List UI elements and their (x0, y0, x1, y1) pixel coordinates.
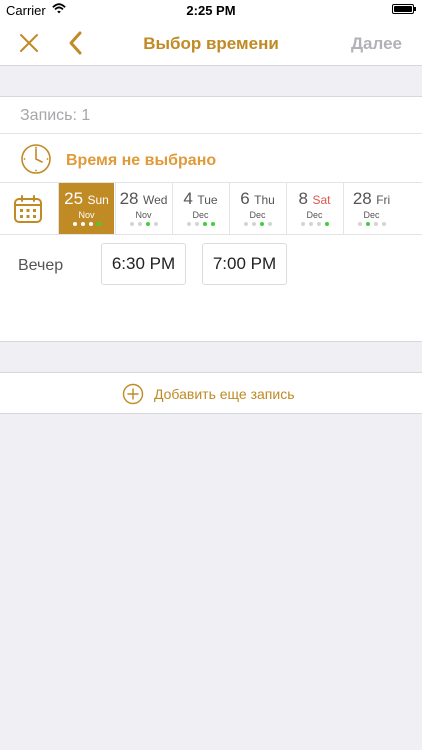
status-bar: Carrier 2:25 PM (0, 0, 422, 22)
date-weekday: Sun (87, 193, 109, 207)
date-strip: 25 Sun Nov 28 Wed Nov 4 Tue Dec 6 Thu De… (0, 183, 422, 235)
availability-dots (59, 222, 114, 227)
date-item[interactable]: 28 Wed Nov (115, 183, 171, 234)
availability-dots (344, 222, 399, 227)
date-weekday: Tue (197, 193, 218, 207)
availability-dots (287, 222, 342, 227)
next-button[interactable]: Далее (351, 34, 402, 54)
date-day: 28 (352, 189, 372, 208)
battery-icon (392, 4, 416, 14)
add-record-button[interactable]: Добавить еще запись (0, 372, 422, 414)
date-month: Nov (135, 210, 152, 220)
date-item[interactable]: 25 Sun Nov (58, 183, 114, 234)
availability-dots (230, 222, 285, 227)
date-item[interactable]: 4 Tue Dec (172, 183, 228, 234)
time-slot-button[interactable]: 6:30 PM (101, 243, 186, 285)
date-day: 25 (64, 189, 84, 208)
availability-dots (173, 222, 228, 227)
time-status: Время не выбрано (66, 152, 217, 169)
divider (0, 133, 422, 134)
date-weekday: Fri (376, 193, 391, 207)
date-day: 8 (298, 189, 308, 208)
status-time: 2:25 PM (186, 3, 236, 18)
date-weekday: Sat (312, 193, 331, 207)
add-record-label: Добавить еще запись (154, 386, 295, 402)
date-month: Dec (192, 210, 209, 220)
date-day: 4 (183, 189, 193, 208)
date-item[interactable]: 6 Thu Dec (229, 183, 285, 234)
record-label: Запись: 1 (20, 107, 91, 124)
availability-dots (116, 222, 171, 227)
time-slot-button[interactable]: 7:00 PM (202, 243, 287, 285)
date-item[interactable]: 28 Fri Dec (343, 183, 399, 234)
date-month: Dec (249, 210, 266, 220)
booking-card: Запись: 1 Время не выбрано 25 Sun Nov 28… (0, 96, 422, 342)
date-item[interactable]: 8 Sat Dec (286, 183, 342, 234)
date-weekday: Thu (254, 193, 275, 207)
slots-period-label: Вечер (18, 257, 64, 274)
date-day: 6 (240, 189, 250, 208)
date-day: 28 (119, 189, 139, 208)
plus-circle-icon (122, 383, 144, 405)
calendar-icon[interactable] (12, 193, 44, 225)
clock-icon (21, 144, 51, 174)
nav-bar: Выбор времени Далее (0, 22, 422, 66)
date-month: Dec (306, 210, 323, 220)
date-weekday: Wed (142, 193, 168, 207)
date-month: Nov (78, 210, 95, 220)
date-month: Dec (363, 210, 380, 220)
